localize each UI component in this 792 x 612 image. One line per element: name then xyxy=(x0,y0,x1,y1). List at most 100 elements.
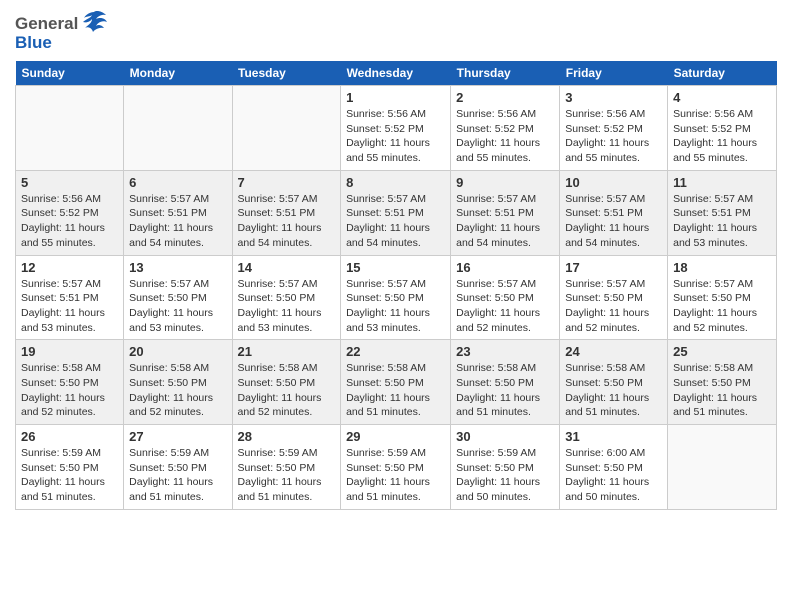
calendar-table: SundayMondayTuesdayWednesdayThursdayFrid… xyxy=(15,61,777,510)
cal-cell xyxy=(124,86,232,171)
day-number: 4 xyxy=(673,90,771,105)
cell-content: Sunrise: 5:59 AMSunset: 5:50 PMDaylight:… xyxy=(456,446,554,505)
cal-cell: 6 Sunrise: 5:57 AMSunset: 5:51 PMDaylight… xyxy=(124,170,232,255)
header-row: SundayMondayTuesdayWednesdayThursdayFrid… xyxy=(16,61,777,86)
cal-cell: 8 Sunrise: 5:57 AMSunset: 5:51 PMDaylight… xyxy=(341,170,451,255)
cal-cell: 18Sunrise: 5:57 AMSunset: 5:50 PMDayligh… xyxy=(668,255,777,340)
day-number: 9 xyxy=(456,175,554,190)
day-number: 25 xyxy=(673,344,771,359)
logo-icon: General Blue xyxy=(15,10,108,53)
logo-blue: Blue xyxy=(15,33,52,53)
day-number: 15 xyxy=(346,260,445,275)
cell-content: Sunrise: 5:59 AMSunset: 5:50 PMDaylight:… xyxy=(346,446,445,505)
week-row-4: 19 Sunrise: 5:58 AMSunset: 5:50 PMDayligh… xyxy=(16,340,777,425)
cell-content: Sunrise: 5:57 AMSunset: 5:50 PMDaylight:… xyxy=(565,277,662,336)
cal-cell: 11 Sunrise: 5:57 AMSunset: 5:51 PMDayligh… xyxy=(668,170,777,255)
cell-content: Sunrise: 5:56 AMSunset: 5:52 PMDaylight:… xyxy=(21,192,118,251)
cal-cell: 16Sunrise: 5:57 AMSunset: 5:50 PMDayligh… xyxy=(451,255,560,340)
cell-content: Sunrise: 5:56 AMSunset: 5:52 PMDaylight:… xyxy=(346,107,445,166)
day-number: 17 xyxy=(565,260,662,275)
day-number: 1 xyxy=(346,90,445,105)
cell-content: Sunrise: 6:00 AMSunset: 5:50 PMDaylight:… xyxy=(565,446,662,505)
cell-content: Sunrise: 5:59 AMSunset: 5:50 PMDaylight:… xyxy=(238,446,336,505)
column-header-tuesday: Tuesday xyxy=(232,61,341,86)
day-number: 3 xyxy=(565,90,662,105)
week-row-5: 26 Sunrise: 5:59 AMSunset: 5:50 PMDayligh… xyxy=(16,425,777,510)
day-number: 5 xyxy=(21,175,118,190)
cal-cell: 27 Sunrise: 5:59 AMSunset: 5:50 PMDayligh… xyxy=(124,425,232,510)
cal-cell: 10 Sunrise: 5:57 AMSunset: 5:51 PMDayligh… xyxy=(560,170,668,255)
cal-cell: 5 Sunrise: 5:56 AMSunset: 5:52 PMDaylight… xyxy=(16,170,124,255)
day-number: 26 xyxy=(21,429,118,444)
cal-cell: 22 Sunrise: 5:58 AMSunset: 5:50 PMDayligh… xyxy=(341,340,451,425)
logo-bird-icon xyxy=(80,10,108,37)
day-number: 19 xyxy=(21,344,118,359)
logo-general: General xyxy=(15,14,78,34)
cell-content: Sunrise: 5:57 AMSunset: 5:51 PMDaylight:… xyxy=(129,192,226,251)
week-row-1: 1 Sunrise: 5:56 AMSunset: 5:52 PMDaylight… xyxy=(16,86,777,171)
cal-cell: 21Sunrise: 5:58 AMSunset: 5:50 PMDayligh… xyxy=(232,340,341,425)
cal-cell: 13Sunrise: 5:57 AMSunset: 5:50 PMDayligh… xyxy=(124,255,232,340)
cell-content: Sunrise: 5:58 AMSunset: 5:50 PMDaylight:… xyxy=(129,361,226,420)
day-number: 31 xyxy=(565,429,662,444)
logo: General Blue xyxy=(15,10,108,53)
day-number: 12 xyxy=(21,260,118,275)
cal-cell: 31 Sunrise: 6:00 AMSunset: 5:50 PMDayligh… xyxy=(560,425,668,510)
day-number: 6 xyxy=(129,175,226,190)
day-number: 8 xyxy=(346,175,445,190)
day-number: 22 xyxy=(346,344,445,359)
cal-cell: 14 Sunrise: 5:57 AMSunset: 5:50 PMDayligh… xyxy=(232,255,341,340)
day-number: 16 xyxy=(456,260,554,275)
column-header-monday: Monday xyxy=(124,61,232,86)
day-number: 10 xyxy=(565,175,662,190)
cell-content: Sunrise: 5:58 AMSunset: 5:50 PMDaylight:… xyxy=(346,361,445,420)
day-number: 7 xyxy=(238,175,336,190)
cell-content: Sunrise: 5:57 AMSunset: 5:51 PMDaylight:… xyxy=(346,192,445,251)
cal-cell: 28 Sunrise: 5:59 AMSunset: 5:50 PMDayligh… xyxy=(232,425,341,510)
week-row-3: 12Sunrise: 5:57 AMSunset: 5:51 PMDayligh… xyxy=(16,255,777,340)
cal-cell xyxy=(232,86,341,171)
cell-content: Sunrise: 5:57 AMSunset: 5:50 PMDaylight:… xyxy=(238,277,336,336)
cal-cell: 23 Sunrise: 5:58 AMSunset: 5:50 PMDayligh… xyxy=(451,340,560,425)
day-number: 24 xyxy=(565,344,662,359)
column-header-thursday: Thursday xyxy=(451,61,560,86)
cell-content: Sunrise: 5:57 AMSunset: 5:51 PMDaylight:… xyxy=(238,192,336,251)
cell-content: Sunrise: 5:57 AMSunset: 5:51 PMDaylight:… xyxy=(565,192,662,251)
cal-cell: 4 Sunrise: 5:56 AMSunset: 5:52 PMDaylight… xyxy=(668,86,777,171)
day-number: 27 xyxy=(129,429,226,444)
day-number: 14 xyxy=(238,260,336,275)
day-number: 23 xyxy=(456,344,554,359)
cal-cell xyxy=(668,425,777,510)
column-header-saturday: Saturday xyxy=(668,61,777,86)
day-number: 29 xyxy=(346,429,445,444)
day-number: 28 xyxy=(238,429,336,444)
cell-content: Sunrise: 5:57 AMSunset: 5:51 PMDaylight:… xyxy=(673,192,771,251)
cal-cell xyxy=(16,86,124,171)
cell-content: Sunrise: 5:56 AMSunset: 5:52 PMDaylight:… xyxy=(565,107,662,166)
cal-cell: 25 Sunrise: 5:58 AMSunset: 5:50 PMDayligh… xyxy=(668,340,777,425)
cell-content: Sunrise: 5:59 AMSunset: 5:50 PMDaylight:… xyxy=(129,446,226,505)
cal-cell: 9Sunrise: 5:57 AMSunset: 5:51 PMDaylight… xyxy=(451,170,560,255)
cal-cell: 29 Sunrise: 5:59 AMSunset: 5:50 PMDayligh… xyxy=(341,425,451,510)
day-number: 20 xyxy=(129,344,226,359)
header: General Blue xyxy=(15,10,777,53)
cal-cell: 3 Sunrise: 5:56 AMSunset: 5:52 PMDaylight… xyxy=(560,86,668,171)
day-number: 11 xyxy=(673,175,771,190)
cal-cell: 15 Sunrise: 5:57 AMSunset: 5:50 PMDayligh… xyxy=(341,255,451,340)
page-container: General Blue SundayMondayTuesdayWednesda… xyxy=(0,0,792,520)
cell-content: Sunrise: 5:57 AMSunset: 5:50 PMDaylight:… xyxy=(129,277,226,336)
cal-cell: 26Sunrise: 5:59 AMSunset: 5:50 PMDayligh… xyxy=(16,425,124,510)
cal-cell: 12Sunrise: 5:57 AMSunset: 5:51 PMDayligh… xyxy=(16,255,124,340)
week-row-2: 5 Sunrise: 5:56 AMSunset: 5:52 PMDaylight… xyxy=(16,170,777,255)
column-header-sunday: Sunday xyxy=(16,61,124,86)
cell-content: Sunrise: 5:56 AMSunset: 5:52 PMDaylight:… xyxy=(673,107,771,166)
cal-cell: 24Sunrise: 5:58 AMSunset: 5:50 PMDayligh… xyxy=(560,340,668,425)
cal-cell: 20 Sunrise: 5:58 AMSunset: 5:50 PMDayligh… xyxy=(124,340,232,425)
cell-content: Sunrise: 5:58 AMSunset: 5:50 PMDaylight:… xyxy=(21,361,118,420)
cell-content: Sunrise: 5:58 AMSunset: 5:50 PMDaylight:… xyxy=(673,361,771,420)
cell-content: Sunrise: 5:57 AMSunset: 5:50 PMDaylight:… xyxy=(346,277,445,336)
column-header-friday: Friday xyxy=(560,61,668,86)
day-number: 18 xyxy=(673,260,771,275)
cell-content: Sunrise: 5:58 AMSunset: 5:50 PMDaylight:… xyxy=(456,361,554,420)
cal-cell: 17 Sunrise: 5:57 AMSunset: 5:50 PMDayligh… xyxy=(560,255,668,340)
